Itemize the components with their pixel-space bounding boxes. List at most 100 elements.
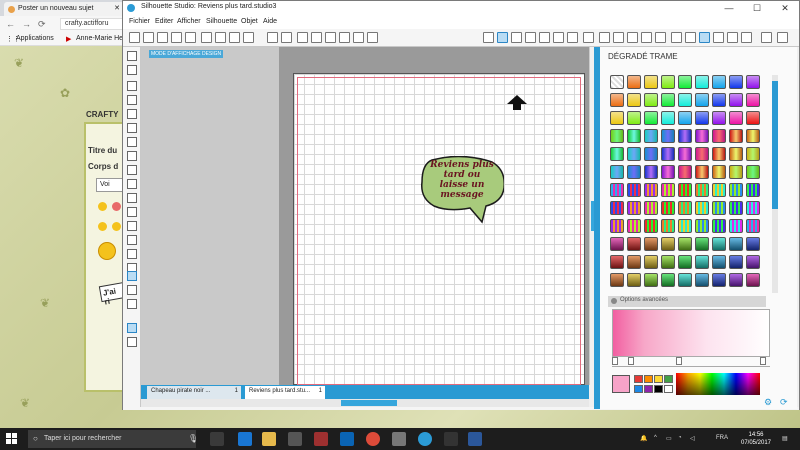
menu-fichier[interactable]: Fichier — [129, 18, 150, 25]
layers-icon[interactable] — [741, 32, 752, 43]
gradient-swatch[interactable] — [661, 219, 675, 233]
doc-tab-close-icon[interactable]: 1 — [319, 388, 322, 394]
microphone-icon[interactable]: 🎙 — [188, 434, 198, 443]
library-panel-icon[interactable] — [671, 32, 682, 43]
gradient-swatch[interactable] — [729, 183, 743, 197]
select-tool-icon[interactable] — [127, 51, 137, 61]
gradient-swatch[interactable] — [644, 147, 658, 161]
gradient-swatch[interactable] — [644, 201, 658, 215]
gradient-swatch[interactable] — [729, 111, 743, 125]
gradient-swatch[interactable] — [729, 147, 743, 161]
maximize-button[interactable]: ☐ — [743, 1, 771, 15]
gradient-swatch[interactable] — [661, 111, 675, 125]
gradient-swatch[interactable] — [695, 255, 709, 269]
globe-icon[interactable] — [127, 299, 137, 309]
gradient-swatch[interactable] — [644, 273, 658, 287]
gradient-swatch[interactable] — [610, 93, 624, 107]
color-spectrum-picker[interactable] — [676, 373, 760, 395]
gradient-swatch[interactable] — [746, 147, 760, 161]
gradient-swatch[interactable] — [610, 129, 624, 143]
action-center-icon[interactable]: ▤ — [782, 435, 788, 442]
gradient-swatch[interactable] — [610, 75, 624, 89]
fill-pattern-icon[interactable] — [553, 32, 564, 43]
gradient-swatch[interactable] — [695, 219, 709, 233]
ellipse-tool-icon[interactable] — [127, 137, 137, 147]
gradient-swatch[interactable] — [746, 129, 760, 143]
panel-collapse-strip[interactable] — [594, 47, 600, 409]
copy-icon[interactable] — [215, 32, 226, 43]
gradient-swatch[interactable] — [627, 147, 641, 161]
preview-mode-icon[interactable] — [127, 285, 137, 295]
gradient-swatch[interactable] — [746, 219, 760, 233]
swatch-scroll-thumb[interactable] — [772, 81, 778, 209]
save-icon[interactable] — [171, 32, 182, 43]
doc-tab-reviens[interactable]: Reviens plus tard.stu... 1 — [245, 386, 325, 399]
zoom-in-icon[interactable] — [311, 32, 322, 43]
gradient-swatch[interactable] — [661, 255, 675, 269]
chevron-up-icon[interactable]: ^ — [654, 435, 657, 441]
gradient-swatch[interactable] — [610, 273, 624, 287]
rounded-rect-tool-icon[interactable] — [127, 123, 137, 133]
gradient-swatch[interactable] — [610, 237, 624, 251]
smiley-icon[interactable] — [98, 222, 107, 231]
gradient-swatch[interactable] — [712, 129, 726, 143]
doc-tab-chapeau[interactable]: Chapeau pirate noir ... 1 — [147, 386, 241, 399]
gradient-swatch[interactable] — [644, 165, 658, 179]
gradient-swatch[interactable] — [627, 111, 641, 125]
store-app-icon[interactable] — [288, 432, 302, 446]
gradient-swatch[interactable] — [610, 147, 624, 161]
fit-page-icon[interactable] — [367, 32, 378, 43]
gradient-swatch[interactable] — [678, 147, 692, 161]
smiley-icon[interactable] — [112, 202, 121, 211]
horizontal-scrollbar[interactable] — [141, 399, 589, 407]
fill-gradient-icon[interactable] — [539, 32, 550, 43]
clock[interactable]: 14:56 07/05/2017 — [736, 431, 776, 447]
gradient-swatch[interactable] — [712, 147, 726, 161]
doc-tab-close-icon[interactable]: 1 — [235, 388, 238, 394]
gradient-swatch[interactable] — [627, 183, 641, 197]
smiley-icon[interactable] — [98, 202, 107, 211]
fill-color-icon[interactable] — [525, 32, 536, 43]
gradient-swatch[interactable] — [661, 147, 675, 161]
gradient-swatch[interactable] — [661, 273, 675, 287]
horizontal-scroll-thumb[interactable] — [341, 400, 397, 406]
gradient-swatch[interactable] — [712, 183, 726, 197]
pencil-tool-icon[interactable] — [127, 193, 137, 203]
gradient-swatch[interactable] — [729, 219, 743, 233]
page-settings-icon[interactable] — [497, 32, 508, 43]
gradient-swatch[interactable] — [661, 129, 675, 143]
gradient-stop-slider[interactable] — [612, 357, 770, 367]
smooth-freehand-icon[interactable] — [127, 207, 137, 217]
gradient-swatch[interactable] — [627, 255, 641, 269]
close-button[interactable]: ✕ — [771, 1, 799, 15]
zoom-select-icon[interactable] — [339, 32, 350, 43]
design-view-icon[interactable] — [699, 32, 710, 43]
color-chip[interactable] — [644, 385, 653, 393]
word-icon[interactable] — [468, 432, 482, 446]
gradient-swatch[interactable] — [644, 111, 658, 125]
gradient-swatch[interactable] — [746, 237, 760, 251]
gradient-swatch[interactable] — [678, 129, 692, 143]
color-chip[interactable] — [664, 385, 673, 393]
gradient-swatch[interactable] — [678, 75, 692, 89]
gradient-swatch[interactable] — [644, 219, 658, 233]
forward-icon[interactable]: → — [22, 19, 31, 29]
video-app-icon[interactable] — [444, 432, 458, 446]
gradient-swatch[interactable] — [712, 273, 726, 287]
gradient-swatch[interactable] — [729, 237, 743, 251]
outlook-icon[interactable] — [340, 432, 354, 446]
gradient-swatch[interactable] — [610, 111, 624, 125]
gradient-swatch[interactable] — [678, 93, 692, 107]
pan-hand-icon[interactable] — [297, 32, 308, 43]
gradient-swatch[interactable] — [712, 93, 726, 107]
pen-app-icon[interactable] — [392, 432, 406, 446]
print-icon[interactable] — [185, 32, 196, 43]
gradient-swatch[interactable] — [712, 237, 726, 251]
minimize-button[interactable]: — — [715, 1, 743, 15]
replicate-icon[interactable] — [613, 32, 624, 43]
file-explorer-icon[interactable] — [262, 432, 276, 446]
gradient-swatch[interactable] — [729, 93, 743, 107]
gradient-swatch[interactable] — [712, 201, 726, 215]
swatch-scrollbar[interactable] — [772, 75, 778, 293]
gradient-swatch[interactable] — [746, 75, 760, 89]
